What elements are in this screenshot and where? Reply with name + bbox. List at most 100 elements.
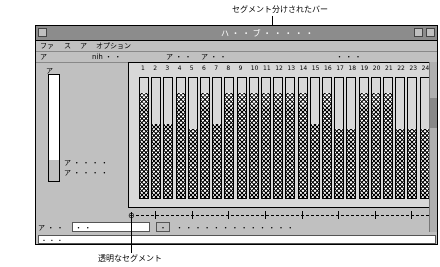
status-nav-button[interactable]: ・ xyxy=(156,222,170,232)
transparent-segment xyxy=(249,78,258,93)
transparent-segment xyxy=(201,78,209,93)
transparent-segment xyxy=(420,78,429,130)
channel-number: 9 xyxy=(238,65,243,72)
window-menu-button[interactable] xyxy=(38,28,47,37)
segmented-bar[interactable] xyxy=(334,77,345,199)
menu-file[interactable]: ファ xyxy=(40,41,54,51)
channel-number: 12 xyxy=(275,65,283,72)
channel-number: 5 xyxy=(189,65,194,72)
segmented-bar[interactable] xyxy=(370,77,381,199)
scale-tick xyxy=(374,211,376,219)
channel-number: 19 xyxy=(360,65,369,72)
scale-tick xyxy=(155,211,157,219)
bottom-field[interactable]: ・ ・ ・ xyxy=(38,235,436,245)
segmented-bar[interactable] xyxy=(273,77,284,199)
transparent-segment xyxy=(298,78,307,93)
segmented-bar[interactable] xyxy=(200,77,210,199)
channel-number: 16 xyxy=(324,65,332,72)
segmented-bar[interactable] xyxy=(187,77,198,199)
transparent-segment xyxy=(384,78,392,93)
transparent-segment xyxy=(262,78,270,93)
transparent-segment xyxy=(213,78,222,125)
menu-view[interactable]: ア xyxy=(80,41,87,51)
channel-number: 6 xyxy=(202,65,206,72)
segmented-bar[interactable] xyxy=(285,77,296,199)
segmented-bar[interactable] xyxy=(139,77,149,199)
channel-number: 10 xyxy=(250,65,259,72)
transparent-segment xyxy=(408,78,417,130)
segmented-bar[interactable] xyxy=(224,77,235,199)
segmented-bar[interactable] xyxy=(309,77,320,199)
transparent-segment xyxy=(152,78,161,125)
scale-tick xyxy=(191,211,193,219)
transparent-segment xyxy=(176,78,185,93)
segmented-bar[interactable] xyxy=(297,77,308,199)
segmented-bar[interactable] xyxy=(358,77,369,199)
transparent-segment xyxy=(371,78,380,93)
channel-number: 3 xyxy=(165,65,170,72)
header-col-1: ア xyxy=(40,53,47,61)
scale-tick xyxy=(338,211,340,219)
channel-number: 1 xyxy=(141,65,145,72)
segmented-bar[interactable] xyxy=(212,77,223,199)
transparent-segment xyxy=(396,78,405,130)
transparent-segment xyxy=(323,78,331,93)
legend-item-1: ア ・ ・ ・ ・ xyxy=(64,159,108,167)
channel-number: 15 xyxy=(311,65,320,72)
minimize-button[interactable] xyxy=(414,28,423,37)
channel-scale: ⊕ xyxy=(128,210,434,220)
vertical-scrollbar[interactable] xyxy=(429,62,437,232)
segmented-bar[interactable] xyxy=(407,77,418,199)
menu-options[interactable]: オプション xyxy=(96,41,131,51)
window-title: ハ ・ ・ ブ ・ ・ ・ ・ ・ xyxy=(221,29,314,38)
channel-number: 21 xyxy=(385,65,393,72)
segmented-bar[interactable] xyxy=(395,77,406,199)
channel-number: 14 xyxy=(299,65,308,72)
header-col-2: nih ・ ・ xyxy=(92,53,122,61)
segmented-bar[interactable] xyxy=(236,77,247,199)
scale-tick xyxy=(411,211,413,219)
status-info: ・ ・ ・ ・ ・ ・ ・ ・ ・ ・ ・ ・ ・ xyxy=(176,224,294,232)
app-window: ハ ・ ・ ブ ・ ・ ・ ・ ・ ファ ス ア オプション ア nih ・ ・… xyxy=(35,25,438,245)
header-col-5: ・ ・ ・ xyxy=(336,53,362,61)
channel-number: 13 xyxy=(287,65,296,72)
segmented-bar[interactable] xyxy=(175,77,186,199)
segmented-bar-panel: 1 2 3 4 5 6 7 8 9 10 11 12 13 14 15 16 17 18 19 20 21 22 23 24 xyxy=(128,62,434,208)
callout-transparent-segment: 透明なセグメント xyxy=(98,254,162,263)
segmented-bar[interactable] xyxy=(322,77,332,199)
segmented-bar[interactable] xyxy=(151,77,162,199)
channel-number: 7 xyxy=(214,65,219,72)
channel-number: 2 xyxy=(153,65,158,72)
scrollbar-thumb[interactable] xyxy=(430,98,437,128)
channel-number: 11 xyxy=(263,65,271,72)
transparent-segment xyxy=(140,78,148,93)
channel-number: 8 xyxy=(226,65,231,72)
scale-tick xyxy=(301,211,303,219)
maximize-button[interactable] xyxy=(426,28,435,37)
scale-tick xyxy=(265,211,266,219)
transparent-segment xyxy=(310,78,319,125)
channel-number: 17 xyxy=(336,65,344,72)
channel-number: 23 xyxy=(409,65,418,72)
channel-number: 4 xyxy=(177,65,182,72)
segmented-bar[interactable] xyxy=(383,77,393,199)
callout-line-bottom xyxy=(131,212,132,253)
segmented-bar[interactable] xyxy=(248,77,259,199)
title-bar: ハ ・ ・ ブ ・ ・ ・ ・ ・ xyxy=(36,26,437,41)
transparent-segment xyxy=(274,78,283,93)
transparent-segment xyxy=(347,78,356,130)
segmented-bar[interactable] xyxy=(261,77,271,199)
status-bar: ア ・ ・ ・ ・ ・ ・ ・ ・ ・ ・ ・ ・ ・ ・ ・ ・ ・ ・ xyxy=(36,222,437,233)
menu-edit[interactable]: ス xyxy=(64,41,71,51)
scale-axis xyxy=(136,215,434,216)
channel-number: 20 xyxy=(372,65,381,72)
channel-number: 18 xyxy=(348,65,357,72)
segmented-bar[interactable] xyxy=(346,77,357,199)
segmented-bar[interactable] xyxy=(163,77,174,199)
scale-tick xyxy=(228,211,230,219)
transparent-segment xyxy=(359,78,368,93)
transparent-segment xyxy=(225,78,234,93)
status-field[interactable]: ・ ・ xyxy=(72,222,150,232)
legend-item-2: ア ・ ・ ・ ・ xyxy=(64,169,108,177)
transparent-segment xyxy=(286,78,295,93)
